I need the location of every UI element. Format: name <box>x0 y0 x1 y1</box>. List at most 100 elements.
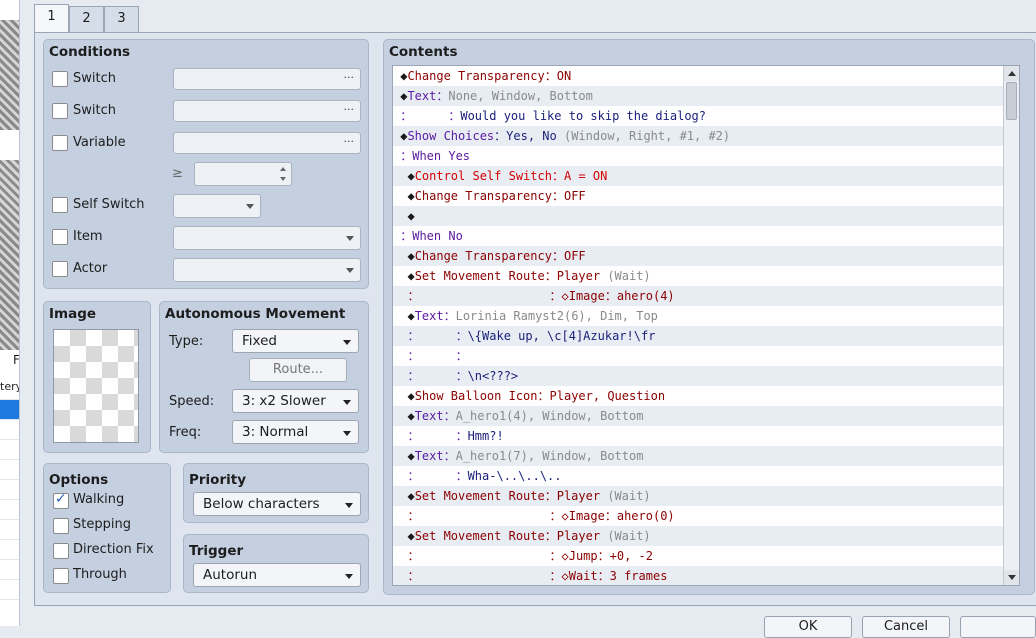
command-row[interactable]: ◆ <box>393 206 1019 226</box>
variable-value-spinner[interactable] <box>194 162 292 186</box>
item-select[interactable] <box>173 226 361 250</box>
command-text: Hmm?! <box>467 429 504 443</box>
command-text: ： <box>443 409 456 423</box>
command-row[interactable]: ◆Show Choices：Yes, No (Window, Right, #1… <box>393 126 1019 146</box>
command-row[interactable]: ◆Set Movement Route：Player (Wait) <box>393 486 1019 506</box>
actor-select[interactable] <box>173 258 361 282</box>
character-image-preview[interactable] <box>53 329 139 443</box>
apply-button[interactable] <box>960 616 1036 638</box>
speed-label: Speed: <box>169 394 215 409</box>
event-editor-dialog: 1 2 3 Conditions Switch ··· Switch ··· V… <box>22 0 1036 638</box>
scroll-up-icon[interactable] <box>1004 66 1019 81</box>
variable-checkbox[interactable] <box>52 135 68 151</box>
scroll-down-icon[interactable] <box>1004 570 1019 585</box>
spin-down-icon[interactable] <box>280 177 286 181</box>
command-text: Change Transparency <box>414 249 552 263</box>
page-tabs: 1 2 3 <box>34 4 139 32</box>
strip-row-selected[interactable] <box>0 400 19 420</box>
through-checkbox[interactable] <box>53 568 69 584</box>
strip-row <box>0 500 19 520</box>
command-row[interactable]: ◆Change Transparency：OFF <box>393 186 1019 206</box>
browse-icon[interactable]: ··· <box>344 101 355 119</box>
event-command-list[interactable]: ◆Change Transparency：ON ◆Text：None, Wind… <box>392 65 1020 586</box>
command-row[interactable]: ◆Set Movement Route：Player (Wait) <box>393 526 1019 546</box>
route-button[interactable]: Route... <box>249 358 347 382</box>
switch2-field[interactable]: ··· <box>173 100 361 122</box>
priority-select[interactable]: Below characters <box>193 492 361 516</box>
browse-icon[interactable]: ··· <box>344 69 355 87</box>
cancel-button[interactable]: Cancel <box>862 616 950 638</box>
command-text: None, Window, Bottom <box>448 89 593 103</box>
freq-select[interactable]: 3: Normal <box>232 420 359 444</box>
type-label: Type: <box>169 334 204 349</box>
command-text: ： ： <box>393 429 468 443</box>
command-row[interactable]: ◆Set Movement Route：Player (Wait) <box>393 266 1019 286</box>
command-row[interactable]: ◆Text：Lorinia Ramyst2(6), Dim, Top <box>393 306 1019 326</box>
command-text: Show Balloon Icon <box>414 389 538 403</box>
command-row[interactable]: ◆Change Transparency：OFF <box>393 246 1019 266</box>
variable-field[interactable]: ··· <box>173 132 361 154</box>
direction-fix-checkbox[interactable] <box>53 543 69 559</box>
scroll-thumb[interactable] <box>1006 82 1017 120</box>
speed-select[interactable]: 3: x2 Slower <box>232 389 359 413</box>
tab-page-2[interactable]: 2 <box>69 6 104 32</box>
command-text: ：OFF <box>551 249 586 263</box>
browse-icon[interactable]: ··· <box>344 133 355 151</box>
switch1-field[interactable]: ··· <box>173 68 361 90</box>
vertical-scrollbar[interactable] <box>1003 66 1019 585</box>
strip-row: tery <box>0 380 19 400</box>
command-row[interactable]: ： ：◇Image：ahero(0) <box>393 506 1019 526</box>
command-row[interactable]: ◆Text：A_hero1(7), Window, Bottom <box>393 446 1019 466</box>
command-row[interactable]: ： ：◇Wait：3 frames <box>393 566 1019 585</box>
switch2-checkbox[interactable] <box>52 103 68 119</box>
item-checkbox[interactable] <box>52 229 68 245</box>
stepping-checkbox[interactable] <box>53 518 69 534</box>
command-text: ： ：◇Jump：+0, -2 <box>393 549 653 563</box>
tab-page-1[interactable]: 1 <box>34 4 69 32</box>
command-row[interactable]: ： ：◇Jump：+0, -2 <box>393 546 1019 566</box>
command-row[interactable]: ： ：\n<???> <box>393 366 1019 386</box>
command-rows: ◆Change Transparency：ON ◆Text：None, Wind… <box>393 66 1019 585</box>
spin-up-icon[interactable] <box>280 167 286 171</box>
trigger-select[interactable]: Autorun <box>193 563 361 587</box>
tab-page-3[interactable]: 3 <box>104 6 139 32</box>
command-text: ◆ <box>393 269 415 283</box>
command-row[interactable]: ： ： <box>393 346 1019 366</box>
chevron-down-icon <box>343 431 351 436</box>
switch1-checkbox[interactable] <box>52 71 68 87</box>
tile-image <box>0 160 19 350</box>
command-row[interactable]: ：When No <box>393 226 1019 246</box>
command-row[interactable]: ◆Text：None, Window, Bottom <box>393 86 1019 106</box>
command-text: \{Wake up, \c[4]Azukar!\fr <box>467 329 656 343</box>
command-text: ◆ <box>393 389 415 403</box>
command-row[interactable]: ◆Change Transparency：ON <box>393 66 1019 86</box>
command-text: Would you like to skip the dialog? <box>460 109 706 123</box>
command-row[interactable]: ： ：Hmm?! <box>393 426 1019 446</box>
through-label: Through <box>73 567 127 582</box>
command-row[interactable]: ◆Text：A_hero1(4), Window, Bottom <box>393 406 1019 426</box>
contents-group: Contents ◆Change Transparency：ON ◆Text：N… <box>383 39 1035 595</box>
direction-fix-label: Direction Fix <box>73 542 154 557</box>
image-title: Image <box>49 306 97 322</box>
actor-checkbox[interactable] <box>52 261 68 277</box>
chevron-down-icon <box>346 268 354 273</box>
image-group: Image <box>43 301 151 453</box>
command-row[interactable]: ： ：\{Wake up, \c[4]Azukar!\fr <box>393 326 1019 346</box>
command-row[interactable]: ◆Show Balloon Icon：Player, Question <box>393 386 1019 406</box>
chevron-down-icon <box>343 400 351 405</box>
self-switch-select[interactable] <box>173 194 261 218</box>
command-row[interactable]: ： ：◇Image：ahero(4) <box>393 286 1019 306</box>
ok-button[interactable]: OK <box>764 616 852 638</box>
type-select[interactable]: Fixed <box>232 329 359 353</box>
command-row[interactable]: ： ：Would you like to skip the dialog? <box>393 106 1019 126</box>
walking-checkbox[interactable] <box>53 491 69 509</box>
command-row[interactable]: ：When Yes <box>393 146 1019 166</box>
self-switch-checkbox[interactable] <box>52 197 68 213</box>
command-text: (Wait) <box>607 529 651 543</box>
command-text: Wha-\..\..\.. <box>467 469 562 483</box>
freq-value: 3: Normal <box>242 424 309 440</box>
command-text: ◆ <box>393 69 408 83</box>
command-row[interactable]: ： ：Wha-\..\..\.. <box>393 466 1019 486</box>
command-row[interactable]: ◆Control Self Switch：A = ON <box>393 166 1019 186</box>
walking-label: Walking <box>73 492 125 507</box>
